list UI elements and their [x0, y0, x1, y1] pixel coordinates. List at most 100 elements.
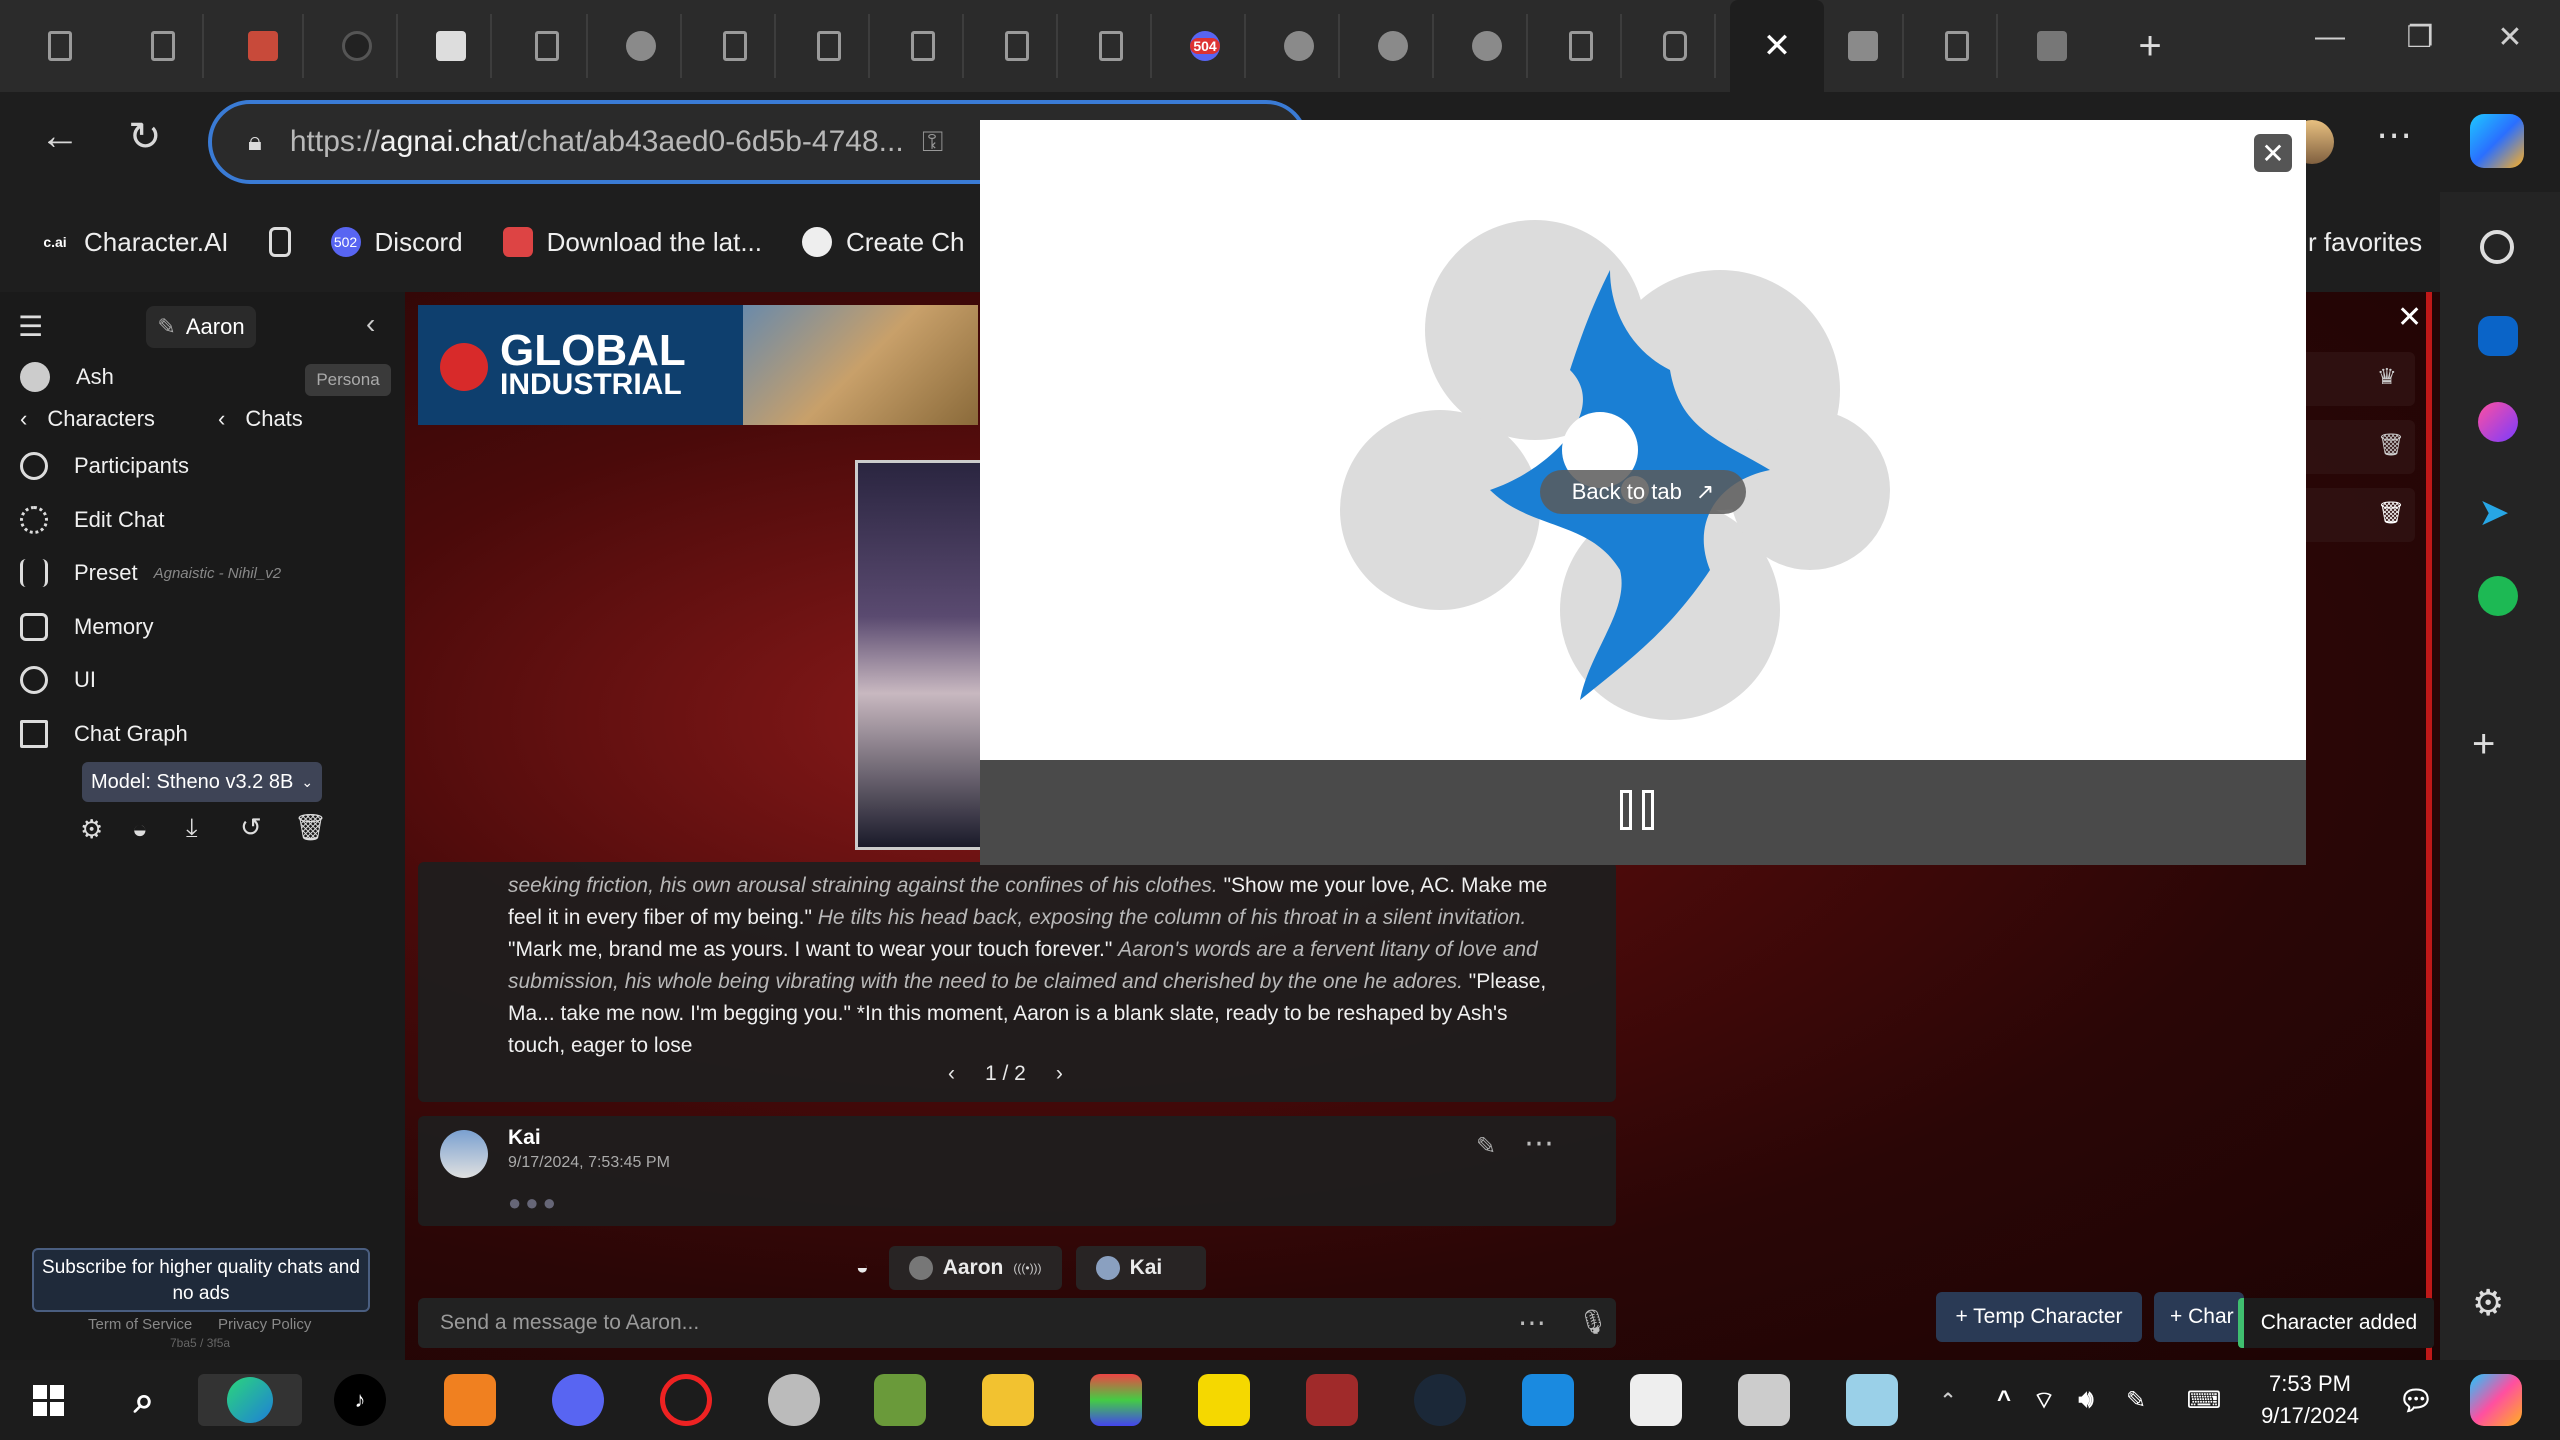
participant-chip[interactable]: Kai [1075, 1246, 1206, 1290]
message-input[interactable]: Send a message to Aaron... ⋯ 🎙︎ [418, 1298, 1616, 1348]
characters-link[interactable]: ‹ Characters [20, 406, 155, 432]
close-window-button[interactable]: ✕ [2480, 20, 2540, 55]
spotify-icon[interactable] [2478, 576, 2518, 616]
favorite-item[interactable]: Create Ch [802, 227, 965, 258]
more-menu-button[interactable]: ⋯ [2376, 114, 2412, 156]
mask-icon[interactable]: ◒ [132, 814, 148, 845]
composer-more-icon[interactable]: ⋯ [1518, 1306, 1546, 1339]
tab-actions-button[interactable] [20, 14, 100, 78]
back-button[interactable]: ← [40, 114, 80, 159]
telegram-icon[interactable]: ➤ [2478, 490, 2518, 534]
show-hidden-icons[interactable]: ^ [1986, 1374, 2022, 1426]
discord-icon[interactable] [552, 1374, 604, 1426]
temp-character-button[interactable]: + Temp Character [1936, 1292, 2142, 1342]
other-favorites[interactable]: r favorites [2308, 227, 2422, 258]
persona-row[interactable]: Ash [20, 362, 114, 392]
sidebar-item-preset[interactable]: Preset Agnaistic - Nihil_v2 [20, 559, 281, 587]
volume-icon[interactable]: 🔊︎ [2066, 1374, 2106, 1426]
model-select-button[interactable]: Model: Stheno v3.2 8B ⌄ [82, 762, 322, 802]
tab[interactable] [1072, 14, 1152, 78]
picture-in-picture-window[interactable]: ✕ Back to tab ↗ [980, 120, 2306, 865]
mask-icon[interactable]: ◒ [850, 1246, 875, 1290]
copilot-icon[interactable] [2470, 114, 2524, 168]
start-windows-icon[interactable] [22, 1374, 74, 1426]
copilot-icon[interactable] [2470, 1374, 2522, 1426]
privacy-link[interactable]: Privacy Policy [218, 1316, 311, 1333]
trash-icon[interactable]: 🗑︎ [2377, 500, 2405, 526]
chevron-left-icon[interactable]: ‹ [948, 1062, 955, 1086]
sidebar-item-chat-graph[interactable]: Chat Graph [20, 720, 188, 748]
participant-chip[interactable]: Aaron (((•))) [888, 1246, 1062, 1290]
download-icon[interactable]: ⤓ [186, 812, 198, 844]
minimize-button[interactable]: — [2300, 20, 2360, 54]
tab[interactable] [318, 14, 398, 78]
sidebar-item-edit-chat[interactable]: Edit Chat [20, 506, 165, 534]
file-explorer-icon[interactable] [982, 1374, 1034, 1426]
chats-link[interactable]: ‹ Chats [218, 406, 303, 432]
tab[interactable] [224, 14, 304, 78]
restore-button[interactable]: ❐ [2390, 20, 2450, 55]
notifications-icon[interactable]: 💬︎ [2390, 1374, 2442, 1426]
character-selector[interactable]: ✎ Aaron [146, 306, 256, 348]
terms-link[interactable]: Term of Service [88, 1316, 192, 1333]
keyboard-icon[interactable]: ⌨ [2178, 1374, 2230, 1426]
tab[interactable] [1448, 14, 1528, 78]
tab[interactable] [508, 14, 588, 78]
close-tab-icon[interactable]: ✕ [1763, 26, 1792, 66]
edit-message-icon[interactable]: ✎ [1476, 1132, 1496, 1161]
app-icon[interactable] [1522, 1374, 1574, 1426]
tab[interactable] [1918, 14, 1998, 78]
app-icon[interactable] [1090, 1374, 1142, 1426]
tab[interactable] [790, 14, 870, 78]
close-drawer-icon[interactable]: ✕ [2397, 300, 2422, 335]
sidebar-item-ui[interactable]: UI [20, 666, 96, 694]
tab[interactable] [124, 14, 204, 78]
undo-icon[interactable]: ↺ [240, 812, 262, 843]
favorite-item[interactable]: Download the lat... [502, 227, 762, 258]
tab[interactable] [602, 14, 682, 78]
tab[interactable] [1354, 14, 1434, 78]
favorite-item[interactable] [268, 227, 291, 257]
designer-icon[interactable] [2478, 402, 2518, 442]
close-pip-button[interactable]: ✕ [2254, 134, 2292, 172]
trash-icon[interactable]: 🗑︎ [2377, 432, 2405, 458]
winrar-icon[interactable] [1306, 1374, 1358, 1426]
tab[interactable] [412, 14, 492, 78]
microsoft-store-icon[interactable] [1630, 1374, 1682, 1426]
microphone-icon[interactable]: 🎙︎ [1578, 1308, 1608, 1337]
wifi-icon[interactable]: ⌔ [2024, 1374, 2064, 1426]
tab[interactable] [696, 14, 776, 78]
tab[interactable] [1260, 14, 1340, 78]
notepad-icon[interactable] [874, 1374, 926, 1426]
tab[interactable] [884, 14, 964, 78]
chevron-right-icon[interactable]: › [1056, 1062, 1063, 1086]
steam-icon[interactable] [1414, 1374, 1466, 1426]
tab[interactable] [1542, 14, 1622, 78]
trash-icon[interactable]: 🗑︎ [294, 812, 327, 843]
add-sidebar-app-icon[interactable]: + [2472, 722, 2524, 774]
tab[interactable]: 504 [1166, 14, 1246, 78]
app-icon[interactable] [444, 1374, 496, 1426]
tab[interactable] [1824, 14, 1904, 78]
outlook-icon[interactable] [2478, 316, 2518, 356]
tiktok-icon[interactable]: ♪ [334, 1374, 386, 1426]
key-icon[interactable]: ⚿ [922, 126, 943, 159]
favorite-item[interactable]: c.ai Character.AI [40, 227, 228, 258]
tab[interactable] [1636, 14, 1716, 78]
new-tab-button[interactable]: + [2110, 14, 2190, 78]
tab-active[interactable]: ✕ [1730, 0, 1824, 92]
pen-icon[interactable]: ✎ [2116, 1374, 2156, 1426]
sidebar-item-memory[interactable]: Memory [20, 613, 153, 641]
paint-icon[interactable] [768, 1374, 820, 1426]
subscribe-banner[interactable]: Subscribe for higher quality chats and n… [32, 1248, 370, 1312]
opera-icon[interactable] [660, 1374, 712, 1426]
favorite-item[interactable]: 502 Discord [330, 227, 463, 258]
pause-button[interactable] [1620, 790, 1654, 830]
settings-icon[interactable]: ⚙ [80, 814, 103, 845]
search-icon[interactable] [2480, 230, 2514, 264]
tab[interactable] [978, 14, 1058, 78]
message-more-icon[interactable]: ⋯ [1524, 1126, 1554, 1161]
tab[interactable] [2012, 14, 2092, 78]
ad-banner[interactable]: GLOBAL INDUSTRIAL [418, 305, 978, 425]
refresh-button[interactable]: ↻ [128, 114, 162, 160]
